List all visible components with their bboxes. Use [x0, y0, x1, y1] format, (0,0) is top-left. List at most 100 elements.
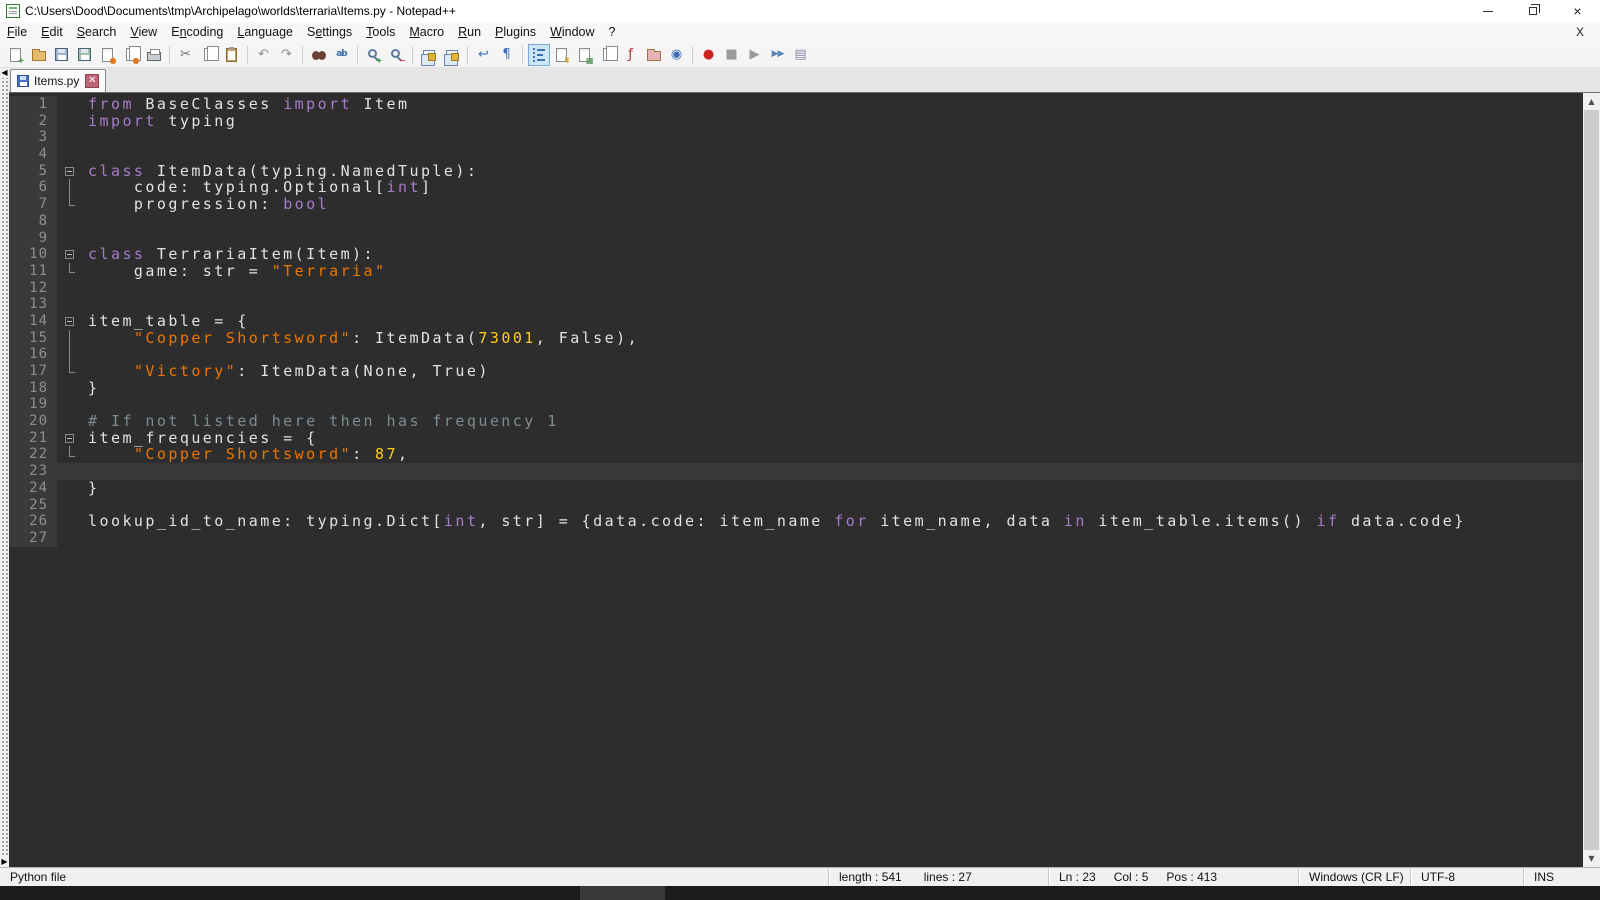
menu-language[interactable]: Language	[230, 23, 300, 41]
function-list-icon[interactable]: ƒ	[620, 44, 642, 66]
macro-play-icon[interactable]: ▶	[744, 44, 766, 66]
sync-vertical-icon[interactable]	[418, 44, 440, 66]
vertical-scrollbar[interactable]: ▲ ▼	[1583, 93, 1600, 867]
code-line[interactable]: 14item_table = {	[9, 313, 1583, 330]
fold-collapse-marker[interactable]	[57, 313, 84, 330]
code-line[interactable]: 25	[9, 497, 1583, 514]
copy-icon[interactable]	[198, 44, 220, 66]
redo-icon[interactable]: ↷	[276, 44, 298, 66]
splitter-grip[interactable]	[0, 78, 9, 857]
fold-collapse-marker[interactable]	[57, 430, 84, 447]
code-line[interactable]: 15 "Copper Shortsword": ItemData(73001, …	[9, 330, 1583, 347]
docked-panel-splitter[interactable]: ◀ ▶	[0, 68, 9, 867]
menu-edit[interactable]: Edit	[34, 23, 70, 41]
folder-as-workspace-icon[interactable]	[643, 44, 665, 66]
code-line[interactable]: 18}	[9, 380, 1583, 397]
code-line[interactable]: 10class TerrariaItem(Item):	[9, 246, 1583, 263]
close-icon[interactable]: ●	[97, 44, 119, 66]
menu-[interactable]: ?	[602, 23, 623, 41]
menu-search[interactable]: Search	[70, 23, 124, 41]
macro-save-icon[interactable]: ▤	[790, 44, 812, 66]
tab-close-icon[interactable]: ✕	[85, 74, 99, 88]
document-map-icon[interactable]: ▦	[574, 44, 596, 66]
paste-icon[interactable]	[221, 44, 243, 66]
scrollbar-thumb[interactable]	[1584, 110, 1599, 850]
status-insert-mode[interactable]: INS	[1523, 868, 1600, 886]
code-line[interactable]: 7 progression: bool	[9, 196, 1583, 213]
close-button[interactable]: ×	[1555, 0, 1600, 22]
code-line[interactable]: 5class ItemData(typing.NamedTuple):	[9, 163, 1583, 180]
code-line[interactable]: 26lookup_id_to_name: typing.Dict[int, st…	[9, 513, 1583, 530]
find-icon[interactable]	[308, 44, 330, 66]
restore-button[interactable]	[1510, 0, 1555, 22]
macro-stop-icon[interactable]: ■	[721, 44, 743, 66]
cut-icon[interactable]: ✂	[175, 44, 197, 66]
tab-items-py[interactable]: Items.py ✕	[10, 69, 106, 92]
code-line[interactable]: 4	[9, 146, 1583, 163]
menu-window[interactable]: Window	[543, 23, 601, 41]
code-line[interactable]: 6 code: typing.Optional[int]	[9, 179, 1583, 196]
code-line[interactable]: 22 "Copper Shortsword": 87,	[9, 446, 1583, 463]
menu-settings[interactable]: Settings	[300, 23, 359, 41]
menu-plugins[interactable]: Plugins	[488, 23, 543, 41]
replace-icon[interactable]: ab	[331, 44, 353, 66]
minimize-button[interactable]	[1465, 0, 1510, 22]
code-line[interactable]: 20# If not listed here then has frequenc…	[9, 413, 1583, 430]
code-line[interactable]: 24}	[9, 480, 1583, 497]
menu-macro[interactable]: Macro	[402, 23, 451, 41]
fold-collapse-marker[interactable]	[57, 163, 84, 180]
code-line[interactable]: 2import typing	[9, 113, 1583, 130]
function-completion-icon[interactable]: ↯	[551, 44, 573, 66]
status-encoding[interactable]: UTF-8	[1410, 868, 1523, 886]
code-line[interactable]: 13	[9, 296, 1583, 313]
code-line[interactable]: 19	[9, 396, 1583, 413]
zoom-in-icon[interactable]: +	[363, 44, 385, 66]
code-line[interactable]: 1from BaseClasses import Item	[9, 96, 1583, 113]
code-line[interactable]: 17 "Victory": ItemData(None, True)	[9, 363, 1583, 380]
menu-view[interactable]: View	[123, 23, 164, 41]
fold-margin	[57, 179, 84, 196]
close-all-icon[interactable]: ●	[120, 44, 142, 66]
monitoring-eye-icon[interactable]: ◉	[666, 44, 688, 66]
save-all-icon[interactable]	[74, 44, 96, 66]
code-line[interactable]: 8	[9, 213, 1583, 230]
new-file-icon[interactable]: +	[5, 44, 27, 66]
code-line[interactable]: 12	[9, 280, 1583, 297]
zoom-out-icon[interactable]: −	[386, 44, 408, 66]
macro-record-icon[interactable]: ●	[698, 44, 720, 66]
menu-tools[interactable]: Tools	[359, 23, 402, 41]
show-all-characters-icon[interactable]: ¶	[496, 44, 518, 66]
fold-box-icon[interactable]	[65, 317, 74, 326]
undo-icon[interactable]: ↶	[253, 44, 275, 66]
scroll-up-icon[interactable]: ▲	[1583, 93, 1600, 110]
code-line[interactable]: 27	[9, 530, 1583, 547]
code-line[interactable]: 21item_frequencies = {	[9, 430, 1583, 447]
code-line[interactable]: 3	[9, 129, 1583, 146]
menu-file[interactable]: File	[0, 23, 34, 41]
fold-box-icon[interactable]	[65, 250, 74, 259]
menubar-close-icon[interactable]: X	[1572, 25, 1588, 39]
code-line[interactable]: 11 game: str = "Terraria"	[9, 263, 1583, 280]
document-list-icon[interactable]	[597, 44, 619, 66]
splitter-collapse-left-icon[interactable]: ◀	[1, 68, 7, 78]
taskbar-app-button[interactable]	[580, 886, 665, 900]
status-eol-format[interactable]: Windows (CR LF)	[1298, 868, 1410, 886]
splitter-expand-right-icon[interactable]: ▶	[1, 857, 7, 867]
menu-run[interactable]: Run	[451, 23, 488, 41]
code-line[interactable]: 16	[9, 346, 1583, 363]
fold-box-icon[interactable]	[65, 434, 74, 443]
save-icon[interactable]	[51, 44, 73, 66]
print-icon[interactable]	[143, 44, 165, 66]
fold-box-icon[interactable]	[65, 167, 74, 176]
open-file-icon[interactable]	[28, 44, 50, 66]
code-line[interactable]: 9	[9, 230, 1583, 247]
sync-horizontal-icon[interactable]	[441, 44, 463, 66]
word-wrap-icon[interactable]: ↩	[473, 44, 495, 66]
scroll-down-icon[interactable]: ▼	[1583, 850, 1600, 867]
code-area[interactable]: 1from BaseClasses import Item2import typ…	[9, 93, 1583, 867]
fold-collapse-marker[interactable]	[57, 246, 84, 263]
macro-run-multiple-icon[interactable]: ▶▶	[767, 44, 789, 66]
code-line[interactable]: 23	[9, 463, 1583, 480]
menu-encoding[interactable]: Encoding	[164, 23, 230, 41]
show-indent-guide-icon[interactable]	[528, 44, 550, 66]
